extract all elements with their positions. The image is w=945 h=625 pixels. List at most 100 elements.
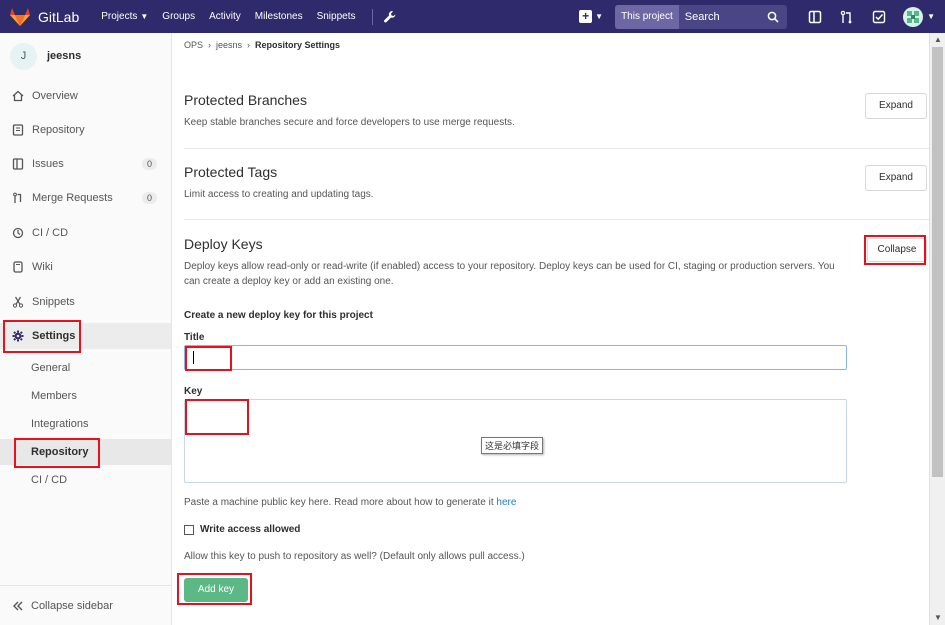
nav-snippets[interactable]: Snippets [317, 11, 356, 22]
page-scrollbar[interactable]: ▲ ▼ [929, 33, 945, 625]
main-content: OPS › jeesns › Repository Settings Prote… [172, 33, 929, 625]
nav-divider [371, 8, 373, 25]
issues-icon [12, 158, 24, 170]
user-avatar[interactable] [903, 6, 924, 27]
brand-name: GitLab [38, 8, 80, 25]
protected-branches-title: Protected Branches [184, 92, 307, 108]
search-input[interactable]: Search [685, 11, 767, 23]
sidebar-item-label: Issues [32, 158, 64, 170]
nav-groups[interactable]: Groups [162, 11, 195, 22]
sidebar-item-wiki[interactable]: Wiki [0, 254, 171, 280]
scissors-icon [12, 296, 24, 308]
sidebar-item-ci-cd[interactable]: CI / CD [0, 220, 171, 246]
search-box[interactable]: This project Search [615, 4, 788, 29]
book-icon [12, 124, 24, 136]
chevron-down-icon: ▼ [595, 12, 604, 21]
sidebar-sub-general[interactable]: General [0, 355, 171, 381]
write-access-checkbox[interactable] [184, 524, 194, 535]
wrench-icon[interactable] [383, 10, 397, 24]
protected-tags-desc: Limit access to creating and updating ta… [184, 189, 374, 200]
scroll-down-arrow-icon[interactable]: ▼ [934, 613, 942, 622]
identicon-icon [907, 10, 920, 23]
title-input[interactable] [184, 345, 847, 370]
sidebar-item-label: CI / CD [32, 227, 69, 239]
project-header[interactable]: J jeesns [0, 33, 171, 79]
sidebar-sub-members[interactable]: Members [0, 383, 171, 409]
project-sidebar: J jeesns Overview Repository Issues 0 Me… [0, 33, 172, 625]
chevron-right-icon: › [247, 40, 251, 50]
protected-branches-expand-button[interactable]: Expand [865, 93, 927, 119]
sidebar-item-issues[interactable]: Issues 0 [0, 151, 171, 177]
key-help-label: Paste a machine public key here. Read mo… [184, 497, 494, 508]
gitlab-logo[interactable]: GitLab [9, 7, 79, 27]
todo-check-icon[interactable] [872, 10, 886, 24]
gitlab-fox-icon [10, 7, 30, 26]
breadcrumb: OPS › jeesns › Repository Settings [184, 40, 340, 50]
key-label: Key [184, 386, 203, 397]
section-divider [184, 219, 929, 220]
sidebar-item-label: Repository [32, 124, 85, 136]
sidebar-item-settings[interactable]: Settings [0, 323, 171, 349]
deploy-keys-title: Deploy Keys [184, 236, 263, 252]
sidebar-item-snippets[interactable]: Snippets [0, 289, 171, 315]
new-item-dropdown[interactable]: + ▼ [579, 10, 603, 23]
text-cursor [193, 351, 194, 364]
chevron-down-icon[interactable]: ▼ [927, 12, 935, 21]
home-icon [12, 90, 24, 102]
sidebar-sub-integrations[interactable]: Integrations [0, 411, 171, 437]
title-label: Title [184, 332, 205, 343]
collapse-sidebar-button[interactable]: Collapse sidebar [0, 585, 171, 625]
collapse-sidebar-label: Collapse sidebar [31, 599, 113, 612]
write-access-row[interactable]: Write access allowed [184, 524, 300, 535]
nav-milestones[interactable]: Milestones [255, 11, 303, 22]
sidebar-toggle-icon[interactable] [808, 10, 822, 24]
add-key-button[interactable]: Add key [184, 578, 248, 602]
nav-projects[interactable]: Projects ▼ [101, 11, 148, 22]
protected-tags-expand-button[interactable]: Expand [865, 165, 927, 191]
deploy-keys-section: Deploy Keys Deploy keys allow read-only … [184, 236, 844, 289]
protected-branches-desc: Keep stable branches secure and force de… [184, 117, 515, 128]
breadcrumb-ops[interactable]: OPS [184, 40, 203, 50]
generate-key-help-link[interactable]: here [496, 497, 516, 508]
merge-request-icon[interactable] [840, 10, 854, 24]
double-chevron-left-icon [13, 601, 23, 610]
sidebar-item-label: Wiki [32, 261, 53, 273]
sidebar-sub-repository[interactable]: Repository [0, 439, 171, 465]
breadcrumb-jeesns[interactable]: jeesns [216, 40, 242, 50]
book-open-icon [13, 261, 23, 273]
sidebar-item-repository[interactable]: Repository [0, 117, 171, 143]
protected-branches-section: Protected Branches Keep stable branches … [184, 92, 929, 130]
top-navbar: GitLab Projects ▼ Groups Activity Milesto… [0, 0, 945, 33]
rocket-icon [12, 227, 24, 239]
scrollbar-thumb[interactable] [932, 47, 943, 477]
sidebar-item-label: Merge Requests [32, 192, 113, 204]
project-name: jeesns [47, 50, 82, 62]
search-icon [767, 11, 779, 23]
section-divider [184, 148, 929, 149]
sidebar-item-label: Snippets [32, 296, 75, 308]
merge-requests-count-badge: 0 [141, 192, 157, 204]
nav-activity[interactable]: Activity [209, 11, 241, 22]
chevron-down-icon: ▼ [140, 12, 149, 21]
write-access-label: Write access allowed [200, 524, 301, 535]
project-avatar: J [10, 42, 37, 70]
protected-tags-section: Protected Tags Limit access to creating … [184, 164, 929, 202]
key-textarea[interactable]: 这是必填字段 [184, 399, 847, 483]
protected-tags-title: Protected Tags [184, 164, 278, 180]
required-field-tooltip: 这是必填字段 [481, 437, 544, 454]
deploy-keys-collapse-button[interactable]: Collapse [867, 238, 927, 262]
issues-count-badge: 0 [141, 158, 157, 170]
merge-request-icon [13, 192, 22, 203]
allow-push-text: Allow this key to push to repository as … [184, 551, 525, 562]
scroll-up-arrow-icon[interactable]: ▲ [934, 35, 942, 44]
plus-icon: + [579, 10, 593, 23]
gear-icon [12, 330, 24, 342]
sidebar-item-label: Overview [32, 90, 78, 102]
deploy-keys-desc: Deploy keys allow read-only or read-writ… [184, 261, 835, 287]
form-heading: Create a new deploy key for this project [184, 310, 373, 321]
breadcrumb-current[interactable]: Repository Settings [255, 40, 340, 50]
sidebar-item-overview[interactable]: Overview [0, 83, 171, 109]
sidebar-sub-ci-cd[interactable]: CI / CD [0, 467, 171, 493]
sidebar-item-merge-requests[interactable]: Merge Requests 0 [0, 185, 171, 211]
search-scope[interactable]: This project [615, 4, 679, 29]
